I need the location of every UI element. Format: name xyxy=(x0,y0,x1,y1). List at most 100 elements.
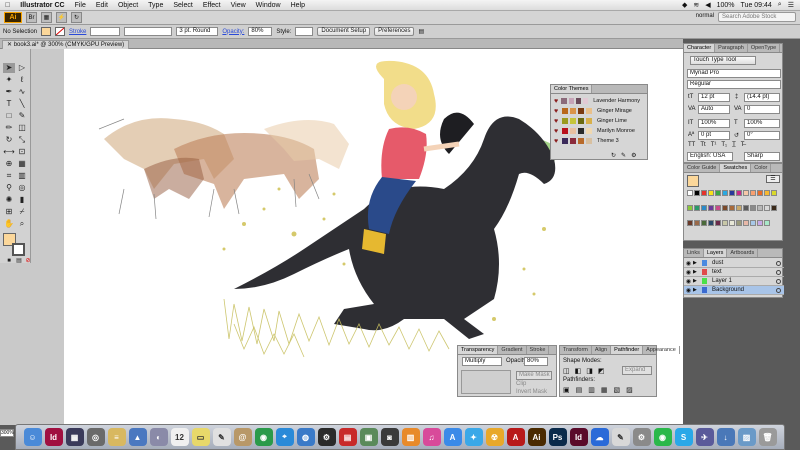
tab-paragraph[interactable]: Paragraph xyxy=(715,44,748,52)
document-tab[interactable]: ✕ book3.ai* @ 300% (CMYK/GPU Preview) xyxy=(2,40,130,49)
favorite-heart-icon[interactable]: ♥ xyxy=(554,108,560,115)
swatch-cell[interactable] xyxy=(722,220,728,226)
dock-app-icon[interactable]: ⚙ xyxy=(317,428,336,446)
swatch-cell[interactable] xyxy=(701,205,707,211)
language-field[interactable]: English: USA xyxy=(687,152,733,161)
swatch-cell[interactable] xyxy=(771,205,777,211)
underline-icon[interactable]: T̲ xyxy=(732,142,736,148)
opacity-field[interactable]: 80% xyxy=(248,27,273,36)
menu-edit[interactable]: Edit xyxy=(91,2,113,9)
layer-row[interactable]: ◉ ▶ text xyxy=(684,268,784,277)
swatch-cell[interactable] xyxy=(764,190,770,196)
free-transform-tool-icon[interactable]: ⊡ xyxy=(16,147,28,157)
swatch-cell[interactable] xyxy=(757,190,763,196)
blend-mode-select[interactable]: Multiply xyxy=(462,357,502,366)
tab-appearance[interactable]: Appearance xyxy=(643,346,680,354)
opacity-label[interactable]: Opacity: xyxy=(222,29,244,35)
tab-layers[interactable]: Layers xyxy=(703,249,728,257)
dock-app-icon[interactable]: A xyxy=(506,428,525,446)
dock-app-icon[interactable]: 12 xyxy=(170,428,189,446)
swatch-cell[interactable] xyxy=(729,190,735,196)
volume-icon[interactable]: ◀ xyxy=(705,1,710,9)
refresh-icon[interactable]: ↻ xyxy=(611,152,616,159)
swatch-cell[interactable] xyxy=(715,190,721,196)
settings-icon[interactable]: ⚙ xyxy=(631,152,636,159)
swatch-cell[interactable] xyxy=(743,220,749,226)
swatch-cell[interactable] xyxy=(708,190,714,196)
theme-row[interactable]: ♥ Lavender Harmony xyxy=(554,97,640,105)
swatch-cell[interactable] xyxy=(701,190,707,196)
slice-tool-icon[interactable]: ⌿ xyxy=(16,207,28,217)
unite-icon[interactable]: ◫ xyxy=(563,367,570,375)
expand-triangle-icon[interactable]: ▶ xyxy=(693,269,700,275)
dock-app-icon[interactable]: ▭ xyxy=(191,428,210,446)
expand-button[interactable]: Expand xyxy=(622,366,652,375)
minus-front-icon[interactable]: ◧ xyxy=(575,367,582,375)
apple-menu-icon[interactable]:  xyxy=(0,2,15,9)
menu-object[interactable]: Object xyxy=(113,2,143,9)
swatch-cell[interactable] xyxy=(757,220,763,226)
menu-effect[interactable]: Effect xyxy=(198,2,226,9)
stroke-swatch[interactable] xyxy=(55,27,66,36)
swatch-cell[interactable] xyxy=(750,190,756,196)
target-circle-icon[interactable] xyxy=(776,269,781,275)
menu-select[interactable]: Select xyxy=(168,2,197,9)
anti-aliasing-field[interactable]: Sharp xyxy=(744,152,780,161)
target-circle-icon[interactable] xyxy=(776,278,781,284)
rotate-tool-icon[interactable]: ↻ xyxy=(3,135,15,145)
target-circle-icon[interactable] xyxy=(776,260,781,266)
dock-app-icon[interactable]: ◐ xyxy=(149,428,168,446)
touch-type-tool-button[interactable]: Touch Type Tool xyxy=(690,56,756,65)
trim-icon[interactable]: ▤ xyxy=(576,386,583,394)
workspace-switcher[interactable]: normal xyxy=(696,13,714,19)
eraser-tool-icon[interactable]: ◫ xyxy=(16,123,28,133)
strikethrough-icon[interactable]: T̶ xyxy=(741,142,745,148)
bridge-icon[interactable]: Br xyxy=(26,12,37,23)
tab-links[interactable]: Links xyxy=(684,249,704,257)
invert-mask-checkbox[interactable]: Invert Mask xyxy=(516,389,547,395)
swatch-cell[interactable] xyxy=(750,205,756,211)
vertical-scale-field[interactable]: 100% xyxy=(698,119,730,128)
arrange-documents-icon[interactable]: ▦ xyxy=(41,12,52,23)
hand-tool-icon[interactable]: ✋ xyxy=(3,219,15,229)
small-caps-icon[interactable]: Tt xyxy=(700,142,705,148)
dropbox-icon[interactable]: ◆ xyxy=(682,1,687,9)
expand-triangle-icon[interactable]: ▶ xyxy=(693,287,700,293)
zoom-level-field[interactable]: 300% xyxy=(0,429,14,437)
swatch-cell[interactable] xyxy=(701,220,707,226)
clip-checkbox[interactable]: Clip xyxy=(516,381,526,387)
wifi-icon[interactable]: ≋ xyxy=(693,1,699,9)
tab-color-guide[interactable]: Color Guide xyxy=(684,164,721,172)
layer-row[interactable]: ◉ ▶ Background xyxy=(684,286,784,295)
expand-triangle-icon[interactable]: ▶ xyxy=(693,278,700,284)
dock-app-icon[interactable]: ▲ xyxy=(128,428,147,446)
type-tool-icon[interactable]: T xyxy=(3,99,15,109)
swatch-cell[interactable] xyxy=(764,220,770,226)
preferences-button[interactable]: Preferences xyxy=(374,27,415,36)
sync-icon[interactable]: ↻ xyxy=(71,12,82,23)
menu-view[interactable]: View xyxy=(226,2,251,9)
kerning-field[interactable]: Auto xyxy=(698,105,730,114)
dock-app-icon[interactable]: Id xyxy=(44,428,63,446)
symbol-sprayer-tool-icon[interactable]: ✺ xyxy=(3,195,15,205)
swatch-cell[interactable] xyxy=(694,190,700,196)
column-graph-tool-icon[interactable]: ▮ xyxy=(16,195,28,205)
swatch-cell[interactable] xyxy=(771,190,777,196)
magic-wand-tool-icon[interactable]: ✦ xyxy=(3,75,15,85)
theme-row[interactable]: ♥ Theme 3 xyxy=(554,137,640,145)
swatch-cell[interactable] xyxy=(750,220,756,226)
tab-stroke[interactable]: Stroke xyxy=(527,346,550,354)
line-tool-icon[interactable]: ╲ xyxy=(16,99,28,109)
swatch-cell[interactable] xyxy=(722,190,728,196)
favorite-heart-icon[interactable]: ♥ xyxy=(554,118,560,125)
tab-transparency[interactable]: Transparency xyxy=(458,346,499,354)
active-fill-swatch[interactable] xyxy=(687,175,699,187)
dock-app-icon[interactable]: ☁ xyxy=(590,428,609,446)
swatch-cell[interactable] xyxy=(743,190,749,196)
theme-row[interactable]: ♥ Ginger Mirage xyxy=(554,107,640,115)
subscript-icon[interactable]: T₁ xyxy=(721,142,727,148)
selection-tool-icon[interactable]: ➤ xyxy=(3,63,15,73)
dock-app-icon[interactable]: ◎ xyxy=(86,428,105,446)
favorite-heart-icon[interactable]: ♥ xyxy=(554,138,560,145)
target-circle-icon[interactable] xyxy=(776,287,781,293)
